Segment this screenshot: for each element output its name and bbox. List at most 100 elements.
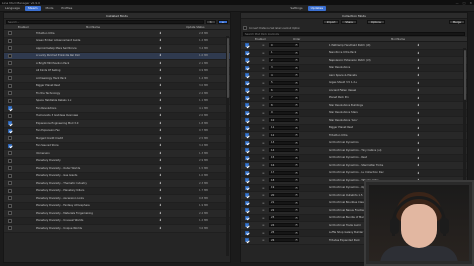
download-icon[interactable]: ⬇	[417, 163, 420, 167]
mod-enabled-checkbox[interactable]	[8, 83, 12, 88]
installed-scrollbar[interactable]	[226, 36, 229, 256]
mod-enabled-checkbox[interactable]	[245, 65, 249, 70]
mod-order-input[interactable]: 25 ▾	[269, 230, 299, 235]
download-icon[interactable]: ⬇	[159, 151, 162, 155]
installed-mod-row[interactable]: Planetary Diversity - Ascension Links ⬇ 0.…	[4, 195, 230, 203]
filter-checkbox[interactable]	[243, 26, 247, 30]
chevron-down-icon[interactable]: ▾	[295, 201, 298, 204]
mod-enabled-checkbox[interactable]	[245, 103, 249, 108]
mod-enabled-checkbox[interactable]	[245, 73, 249, 78]
col-enabled[interactable]: Enabled	[18, 26, 28, 29]
mod-enabled-checkbox[interactable]	[8, 46, 12, 51]
download-icon[interactable]: ⬇	[417, 51, 420, 55]
download-icon[interactable]: ⬇	[417, 148, 420, 152]
mod-order-input[interactable]: 23 ▾	[269, 215, 299, 220]
installed-mod-row[interactable]: Tiltuiltun Ultra ⬇ 2.8 MB	[4, 30, 230, 38]
collection-mod-row[interactable]: ≡ 15 ▾ Gil Doctrinal Dynamics - Rest ⬇	[241, 154, 467, 162]
grip-icon[interactable]: ≡	[262, 81, 265, 85]
collection-mod-row[interactable]: ≡ 11 ▾ Bigger Planet Rest ⬇	[241, 124, 467, 132]
chevron-down-icon[interactable]: ▾	[295, 66, 298, 69]
grip-icon[interactable]: ≡	[262, 193, 265, 197]
download-icon[interactable]: ⬇	[159, 121, 162, 125]
installed-mod-row[interactable]: Fan Revolutions ⬇ 4.1 MB	[4, 105, 230, 113]
mod-order-input[interactable]: 7 ▾	[269, 95, 299, 100]
chevron-down-icon[interactable]: ▾	[295, 119, 298, 122]
collection-scrollbar-thumb[interactable]	[463, 50, 466, 100]
mod-enabled-checkbox[interactable]	[245, 50, 249, 55]
close-button[interactable]: ✕	[469, 1, 472, 5]
merge-button[interactable]: Merge	[448, 20, 465, 24]
mod-order-input[interactable]: 17 ▾	[269, 170, 299, 175]
mod-enabled-checkbox[interactable]	[8, 203, 12, 208]
grip-icon[interactable]: ≡	[262, 148, 265, 152]
download-icon[interactable]: ⬇	[159, 46, 162, 50]
maximize-button[interactable]: □	[463, 1, 466, 5]
chevron-down-icon[interactable]: ▾	[295, 111, 298, 114]
add-mod-button[interactable]: +	[217, 20, 228, 24]
grip-icon[interactable]: ≡	[262, 66, 265, 70]
mod-enabled-checkbox[interactable]	[8, 136, 12, 141]
grip-icon[interactable]: ≡	[262, 238, 265, 242]
mod-order-input[interactable]: 14 ▾	[269, 148, 299, 153]
download-icon[interactable]: ⬇	[159, 196, 162, 200]
download-icon[interactable]: ⬇	[159, 211, 162, 215]
collection-mod-row[interactable]: ≡ 10 ▾ Star Revolutions 'Gov' ⬇	[241, 117, 467, 125]
download-icon[interactable]: ⬇	[159, 219, 162, 222]
collection-mod-row[interactable]: ≡ 1 ▾ Nanoforce Ultra Pack ⬇	[241, 49, 467, 57]
chevron-down-icon[interactable]: ▾	[295, 179, 298, 182]
mod-order-input[interactable]: 12 ▾	[269, 133, 299, 138]
installed-mod-row[interactable]: Fin the Technology ⬇ 2.2 MB	[4, 90, 230, 98]
mod-order-input[interactable]: 4 ▾	[269, 73, 299, 78]
chevron-down-icon[interactable]: ▾	[295, 156, 298, 159]
mod-enabled-checkbox[interactable]	[245, 133, 249, 138]
mod-enabled-checkbox[interactable]	[245, 170, 249, 175]
download-icon[interactable]: ⬇	[417, 133, 420, 137]
download-icon[interactable]: ⬇	[417, 171, 420, 175]
mod-order-input[interactable]: 22 ▾	[269, 208, 299, 213]
chevron-down-icon[interactable]: ▾	[295, 134, 298, 137]
mod-order-input[interactable]: 6 ▾	[269, 88, 299, 93]
mod-enabled-checkbox[interactable]	[245, 155, 249, 160]
grip-icon[interactable]: ≡	[262, 73, 265, 77]
installed-mod-row[interactable]: Planetary Diversity - Planetary Killers ⬇…	[4, 187, 230, 195]
grip-icon[interactable]: ≡	[262, 201, 265, 205]
collection-mod-row[interactable]: ≡ 14 ▾ Gil Doctrinal Dynamics - Tiny Cabins…	[241, 147, 467, 155]
chevron-down-icon[interactable]: ▾	[295, 216, 298, 219]
mod-enabled-checkbox[interactable]	[245, 43, 249, 48]
download-icon[interactable]: ⬇	[417, 58, 420, 62]
installed-mod-row[interactable]: Expansions Engineering Mod 3.0 ⬇ 1.8 MB	[4, 120, 230, 128]
collection-mod-row[interactable]: ≡ 3 ▾ Star Revolutions ⬇	[241, 64, 467, 72]
chevron-down-icon[interactable]: ▾	[295, 89, 298, 92]
mod-order-input[interactable]: 10 ▾	[269, 118, 299, 123]
installed-mod-row[interactable]: Planetary Diversity - Unusual Worlds ⬇ 1.2…	[4, 217, 230, 225]
download-icon[interactable]: ⬇	[159, 136, 162, 140]
menu-steam[interactable]: Steam	[24, 5, 41, 11]
download-icon[interactable]: ⬇	[417, 88, 420, 92]
installed-mod-row[interactable]: Approximately Mare Sail Nonce ⬇ 3.4 MB	[4, 45, 230, 53]
mod-order-input[interactable]: 24 ▾	[269, 223, 299, 228]
mod-enabled-checkbox[interactable]	[245, 230, 249, 235]
mod-enabled-checkbox[interactable]	[245, 163, 249, 168]
collection-mod-row[interactable]: ≡ 5 ▾ Gigas Shield 3.5 1.2+ ⬇	[241, 79, 467, 87]
mod-enabled-checkbox[interactable]	[245, 80, 249, 85]
download-icon[interactable]: ⬇	[159, 54, 162, 57]
share-button[interactable]: Share	[341, 20, 357, 24]
installed-mod-row[interactable]: Space Habitable Rebels 1.x ⬇ 1.1 MB	[4, 97, 230, 105]
grip-icon[interactable]: ≡	[262, 216, 265, 220]
download-icon[interactable]: ⬇	[159, 114, 162, 117]
installed-mod-row[interactable]: Immersion ⬇ 1.3 MB	[4, 150, 230, 158]
mod-enabled-checkbox[interactable]	[245, 178, 249, 183]
download-icon[interactable]: ⬇	[159, 31, 162, 35]
installed-mod-row[interactable]: Planetary Diversity ⬇ 2.9 MB	[4, 157, 230, 165]
mod-enabled-checkbox[interactable]	[8, 38, 12, 43]
grip-icon[interactable]: ≡	[262, 118, 265, 122]
mod-enabled-checkbox[interactable]	[8, 128, 12, 133]
grip-icon[interactable]: ≡	[262, 43, 265, 47]
mod-order-input[interactable]: 11 ▾	[269, 125, 299, 130]
collection-search-input[interactable]: Search Mod Pack loadouts	[243, 32, 465, 36]
menu-profiles[interactable]: Profiles	[58, 6, 75, 11]
grip-icon[interactable]: ≡	[262, 88, 265, 92]
download-icon[interactable]: ⬇	[159, 174, 162, 177]
chevron-down-icon[interactable]: ▾	[295, 194, 298, 197]
download-icon[interactable]: ⬇	[417, 96, 420, 100]
